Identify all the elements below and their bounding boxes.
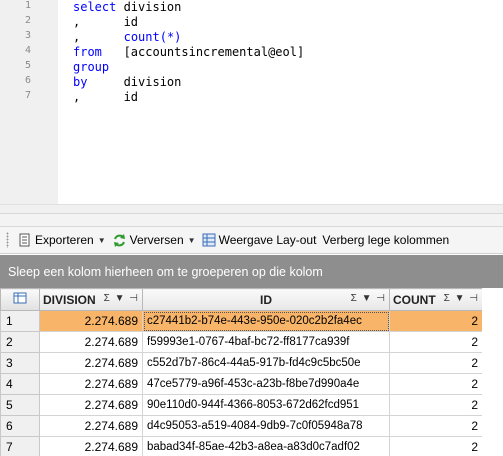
line-number: 4 <box>25 45 32 56</box>
sql-keyword: from <box>73 45 102 59</box>
table-row[interactable]: 5 2.274.689 90e110d0-944f-4366-8053-672d… <box>0 394 483 416</box>
sql-keyword: group <box>73 60 110 74</box>
hide-empty-columns-label: Verberg lege kolommen <box>322 233 450 247</box>
group-by-panel[interactable]: Sleep een kolom hierheen om te groeperen… <box>0 255 503 288</box>
cell-id[interactable]: f59993e1-0767-4baf-bc72-ff8177ca939f <box>142 331 390 353</box>
sql-identifier: id <box>80 90 139 104</box>
sql-identifier: division <box>116 0 182 14</box>
cell-id[interactable]: babad34f-85ae-42b3-a8ea-a83d0c7adf02 <box>142 436 390 456</box>
cell-count[interactable]: 2 <box>389 373 483 395</box>
cell-id[interactable]: 47ce5779-a96f-453c-a23b-f8be7d990a4e <box>142 373 390 395</box>
sql-function: count(*) <box>123 30 182 44</box>
cell-division[interactable]: 2.274.689 <box>39 415 143 437</box>
results-grid[interactable]: DIVISION Σ ▼ ⊣ ID Σ ▼ ⊣ COUNT Σ ▼ ⊣ 1 2.… <box>0 288 503 456</box>
code-line[interactable]: , id <box>73 15 138 30</box>
table-row[interactable]: 7 2.274.689 babad34f-85ae-42b3-a8ea-a83d… <box>0 436 483 456</box>
table-row[interactable]: 4 2.274.689 47ce5779-a96f-453c-a23b-f8be… <box>0 373 483 395</box>
cell-count[interactable]: 2 <box>389 331 483 353</box>
column-header-label: ID <box>260 292 272 307</box>
line-number: 1 <box>25 0 32 11</box>
chevron-down-icon[interactable]: ▼ <box>188 236 196 245</box>
cell-count[interactable]: 2 <box>389 415 483 437</box>
table-row[interactable]: 1 2.274.689 c27441b2-b74e-443e-950e-020c… <box>0 310 483 332</box>
hide-empty-columns-button[interactable]: Verberg lege kolommen <box>319 229 452 251</box>
cell-id[interactable]: 90e110d0-944f-4366-8053-672d62fcd951 <box>142 394 390 416</box>
column-header-count[interactable]: COUNT Σ ▼ ⊣ <box>389 288 483 311</box>
code-line[interactable]: , id <box>73 90 138 105</box>
line-number: 7 <box>25 90 32 101</box>
row-number[interactable]: 7 <box>0 436 40 456</box>
chevron-down-icon[interactable]: ▼ <box>98 236 106 245</box>
column-chooser-button[interactable] <box>0 288 40 311</box>
layout-view-label: Weergave Lay-out <box>218 233 317 247</box>
column-header-division[interactable]: DIVISION Σ ▼ ⊣ <box>39 288 143 311</box>
code-line[interactable]: select division <box>73 0 181 15</box>
line-number: 5 <box>25 60 32 71</box>
table-row[interactable]: 6 2.274.689 d4c95053-a519-4084-9db9-7c0f… <box>0 415 483 437</box>
sql-whitespace <box>80 30 123 44</box>
cell-count[interactable]: 2 <box>389 352 483 374</box>
line-number: 3 <box>25 30 32 41</box>
cell-id[interactable]: c27441b2-b74e-443e-950e-020c2b2fa4ec <box>142 310 390 332</box>
editor-horizontal-scrollbar[interactable] <box>0 204 503 213</box>
group-by-hint: Sleep een kolom hierheen om te groeperen… <box>8 264 323 279</box>
sql-identifier: [accountsincremental@eol] <box>101 45 305 59</box>
header-row: DIVISION Σ ▼ ⊣ ID Σ ▼ ⊣ COUNT Σ ▼ ⊣ <box>0 288 483 311</box>
line-number: 6 <box>25 75 32 86</box>
grid-layout-icon <box>202 233 216 247</box>
refresh-icon <box>113 233 125 247</box>
layout-view-button[interactable]: Weergave Lay-out <box>199 229 320 251</box>
column-header-icons[interactable]: Σ ▼ ⊣ <box>444 293 479 304</box>
cell-division[interactable]: 2.274.689 <box>39 373 143 395</box>
toolbar-grip-handle[interactable] <box>6 232 9 248</box>
panel-splitter[interactable] <box>0 213 503 227</box>
cell-count[interactable]: 2 <box>389 310 483 332</box>
cell-division[interactable]: 2.274.689 <box>39 352 143 374</box>
table-row[interactable]: 3 2.274.689 c552d7b7-86c4-44a5-917b-fd4c… <box>0 352 483 374</box>
table-row[interactable]: 2 2.274.689 f59993e1-0767-4baf-bc72-ff81… <box>0 331 483 353</box>
cell-division[interactable]: 2.274.689 <box>39 436 143 456</box>
column-header-icons[interactable]: Σ ▼ ⊣ <box>104 293 139 304</box>
row-number[interactable]: 4 <box>0 373 40 395</box>
row-number[interactable]: 6 <box>0 415 40 437</box>
cell-id[interactable]: c552d7b7-86c4-44a5-917b-fd4c9c5bc50e <box>142 352 390 374</box>
row-number[interactable]: 1 <box>0 310 40 332</box>
export-label: Exporteren <box>35 233 94 247</box>
line-number-gutter: 1 2 3 4 5 6 7 <box>0 0 58 204</box>
results-toolbar: Exporteren ▼ Verversen ▼ Weergave Lay-ou… <box>0 227 503 254</box>
cell-count[interactable]: 2 <box>389 394 483 416</box>
sql-editor[interactable]: 1 2 3 4 5 6 7 select division , id , cou… <box>0 0 503 204</box>
code-line[interactable]: group <box>73 60 109 75</box>
cell-division[interactable]: 2.274.689 <box>39 331 143 353</box>
line-number: 2 <box>25 15 32 26</box>
sql-identifier: id <box>80 15 139 29</box>
export-button[interactable]: Exporteren ▼ <box>15 229 109 251</box>
row-number[interactable]: 2 <box>0 331 40 353</box>
column-chooser-icon <box>13 292 27 304</box>
refresh-button[interactable]: Verversen ▼ <box>109 229 199 251</box>
code-line[interactable]: by division <box>73 75 181 90</box>
row-number[interactable]: 3 <box>0 352 40 374</box>
cell-count[interactable]: 2 <box>389 436 483 456</box>
cell-id[interactable]: d4c95053-a519-4084-9db9-7c0f05948a78 <box>142 415 390 437</box>
code-line[interactable]: , count(*) <box>73 30 181 45</box>
sql-keyword: select <box>73 0 117 14</box>
sql-identifier: division <box>87 75 182 89</box>
cell-division[interactable]: 2.274.689 <box>39 394 143 416</box>
refresh-label: Verversen <box>129 233 184 247</box>
export-icon <box>19 233 30 247</box>
cell-division[interactable]: 2.274.689 <box>39 310 143 332</box>
code-line[interactable]: from [accountsincremental@eol] <box>73 45 304 60</box>
column-header-icons[interactable]: Σ ▼ ⊣ <box>351 293 386 304</box>
row-number[interactable]: 5 <box>0 394 40 416</box>
column-header-label: DIVISION <box>43 292 96 307</box>
results-table: DIVISION Σ ▼ ⊣ ID Σ ▼ ⊣ COUNT Σ ▼ ⊣ 1 2.… <box>0 288 483 456</box>
sql-keyword: by <box>73 75 88 89</box>
grid-vertical-scrollbar[interactable] <box>482 288 503 456</box>
column-header-id[interactable]: ID Σ ▼ ⊣ <box>142 288 390 311</box>
column-header-label: COUNT <box>393 292 436 307</box>
